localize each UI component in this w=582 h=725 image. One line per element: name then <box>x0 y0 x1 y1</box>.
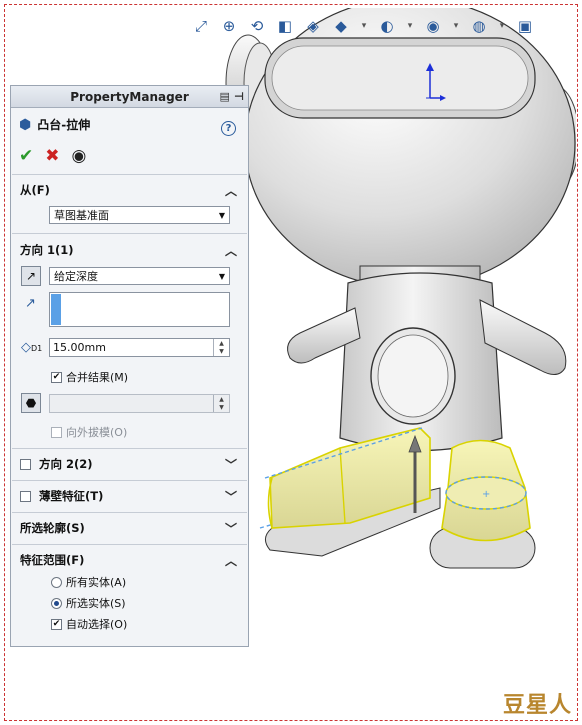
spin-up-icon[interactable]: ▲ <box>219 340 224 347</box>
draft-angle-input[interactable]: ▲ ▼ <box>49 394 230 413</box>
dropdown-arrow-icon: ▼ <box>218 271 225 281</box>
zoom-area-icon[interactable]: ⊕ <box>218 15 240 37</box>
cancel-button[interactable]: ✖ <box>45 146 59 166</box>
direction1-group-label: 方向 1(1) <box>20 243 74 257</box>
collapse-chevron-icon[interactable]: ︿ <box>225 242 237 259</box>
all-bodies-radio[interactable] <box>51 576 62 588</box>
display-style-dropdown-icon[interactable]: ▾ <box>358 15 370 37</box>
merge-result-option[interactable]: ✔ 合并结果(M) <box>51 369 128 385</box>
hide-show-dropdown-icon[interactable]: ▾ <box>404 15 416 37</box>
depth-icon: ◇D1 <box>21 340 43 355</box>
feature-title-label: 凸台-拉伸 <box>37 118 91 132</box>
depth-icon-label: D1 <box>31 344 43 353</box>
selected-contours-label: 所选轮廓(S) <box>20 521 85 535</box>
detailed-preview-button[interactable]: ◉ <box>72 146 87 166</box>
appearance-dropdown-icon[interactable]: ▾ <box>450 15 462 37</box>
help-button[interactable]: ? <box>221 121 236 136</box>
merge-result-label: 合并结果(M) <box>66 371 129 384</box>
extrude-feature-icon: ⬢ <box>19 116 32 133</box>
property-manager-panel: PropertyManager ▤ ⊣ ⬢ 凸台-拉伸 ? ✔ ✖ ◉ 从(F)… <box>10 85 249 647</box>
property-manager-title: PropertyManager <box>70 89 189 104</box>
direction2-checkbox[interactable] <box>20 458 31 470</box>
collapse-chevron-icon[interactable]: ︿ <box>225 552 237 569</box>
spin-down-icon[interactable]: ▼ <box>219 404 224 411</box>
auto-select-checkbox[interactable]: ✔ <box>51 618 62 630</box>
from-start-condition-value: 草图基准面 <box>54 209 109 222</box>
end-condition-value: 给定深度 <box>54 270 98 283</box>
thin-feature-checkbox[interactable] <box>20 490 31 502</box>
collapse-chevron-icon[interactable]: ︿ <box>225 182 237 199</box>
spin-down-icon[interactable]: ▼ <box>219 348 224 355</box>
draft-angle-spinner[interactable]: ▲ ▼ <box>213 395 229 412</box>
separator <box>12 480 247 481</box>
end-condition-select[interactable]: 给定深度 ▼ <box>49 267 230 285</box>
zoom-fit-icon[interactable]: ⤢ <box>190 15 212 37</box>
thin-feature-label: 薄壁特征(T) <box>39 489 104 503</box>
separator <box>12 544 247 545</box>
auto-select-label: 自动选择(O) <box>66 618 128 631</box>
draft-on-off-icon[interactable]: ⬣ <box>21 393 41 413</box>
display-style-icon[interactable]: ◆ <box>330 15 352 37</box>
dropdown-arrow-icon: ▼ <box>218 210 225 220</box>
expand-chevron-icon[interactable]: ﹀ <box>225 456 237 473</box>
merge-result-checkbox[interactable]: ✔ <box>51 371 62 383</box>
heads-up-view-toolbar: ⤢ ⊕ ⟲ ◧ ◈ ◆ ▾ ◐ ▾ ◉ ▾ ◍ ▾ ▣ <box>190 14 536 38</box>
separator <box>12 448 247 449</box>
section-view-icon[interactable]: ◧ <box>274 15 296 37</box>
separator <box>12 174 247 175</box>
property-manager-header: PropertyManager ▤ ⊣ <box>11 86 248 108</box>
draft-outward-label: 向外拔模(O) <box>66 426 128 439</box>
separator <box>12 512 247 513</box>
scene-dropdown-icon[interactable]: ▾ <box>496 15 508 37</box>
hide-show-icon[interactable]: ◐ <box>376 15 398 37</box>
selected-bodies-label: 所选实体(S) <box>66 597 126 610</box>
from-start-condition-select[interactable]: 草图基准面 ▼ <box>49 206 230 224</box>
selected-contours-group-header[interactable]: 所选轮廓(S) ﹀ <box>12 516 247 540</box>
split-panel-icon[interactable]: ▤ <box>220 90 230 103</box>
direction-vector-listbox[interactable] <box>49 292 230 327</box>
expand-chevron-icon[interactable]: ﹀ <box>225 520 237 537</box>
scene-icon[interactable]: ◍ <box>468 15 490 37</box>
depth-spinner[interactable]: ▲ ▼ <box>213 339 229 356</box>
pin-icon[interactable]: ⊣ <box>234 90 244 103</box>
spin-up-icon[interactable]: ▲ <box>219 396 224 403</box>
view-orientation-icon[interactable]: ◈ <box>302 15 324 37</box>
draft-outward-option[interactable]: 向外拔模(O) <box>51 424 127 440</box>
depth-value: 15.00mm <box>53 341 106 354</box>
separator <box>12 233 247 234</box>
feature-scope-group-header[interactable]: 特征范围(F) ︿ <box>12 548 247 572</box>
selected-bodies-option[interactable]: 所选实体(S) <box>51 595 126 611</box>
direction1-group-header[interactable]: 方向 1(1) ︿ <box>12 238 247 262</box>
direction-vector-icon: ↗ <box>25 296 36 311</box>
direction2-label: 方向 2(2) <box>39 457 93 471</box>
auto-select-option[interactable]: ✔ 自动选择(O) <box>51 616 127 632</box>
all-bodies-option[interactable]: 所有实体(A) <box>51 574 126 590</box>
feature-title: ⬢ 凸台-拉伸 <box>19 116 90 133</box>
ok-button[interactable]: ✔ <box>19 146 33 166</box>
appearance-icon[interactable]: ◉ <box>422 15 444 37</box>
from-group-label: 从(F) <box>20 183 50 197</box>
expand-chevron-icon[interactable]: ﹀ <box>225 488 237 505</box>
svg-text:+: + <box>482 489 490 500</box>
right-foot-extrude-preview: + <box>441 439 531 542</box>
feature-scope-label: 特征范围(F) <box>20 553 85 567</box>
depth-input[interactable]: 15.00mm ▲ ▼ <box>49 338 230 357</box>
from-group-header[interactable]: 从(F) ︿ <box>12 178 247 202</box>
all-bodies-label: 所有实体(A) <box>66 576 127 589</box>
reverse-direction-icon[interactable]: ↗ <box>21 266 41 286</box>
direction2-group-header[interactable]: 方向 2(2) ﹀ <box>12 452 247 476</box>
selection-highlight <box>51 294 61 325</box>
selected-bodies-radio[interactable] <box>51 597 62 609</box>
previous-view-icon[interactable]: ⟲ <box>246 15 268 37</box>
draft-outward-checkbox[interactable] <box>51 426 62 438</box>
view-settings-icon[interactable]: ▣ <box>514 15 536 37</box>
action-buttons: ✔ ✖ ◉ <box>19 146 86 166</box>
thin-feature-group-header[interactable]: 薄壁特征(T) ﹀ <box>12 484 247 508</box>
watermark: 豆星人 <box>502 693 572 718</box>
